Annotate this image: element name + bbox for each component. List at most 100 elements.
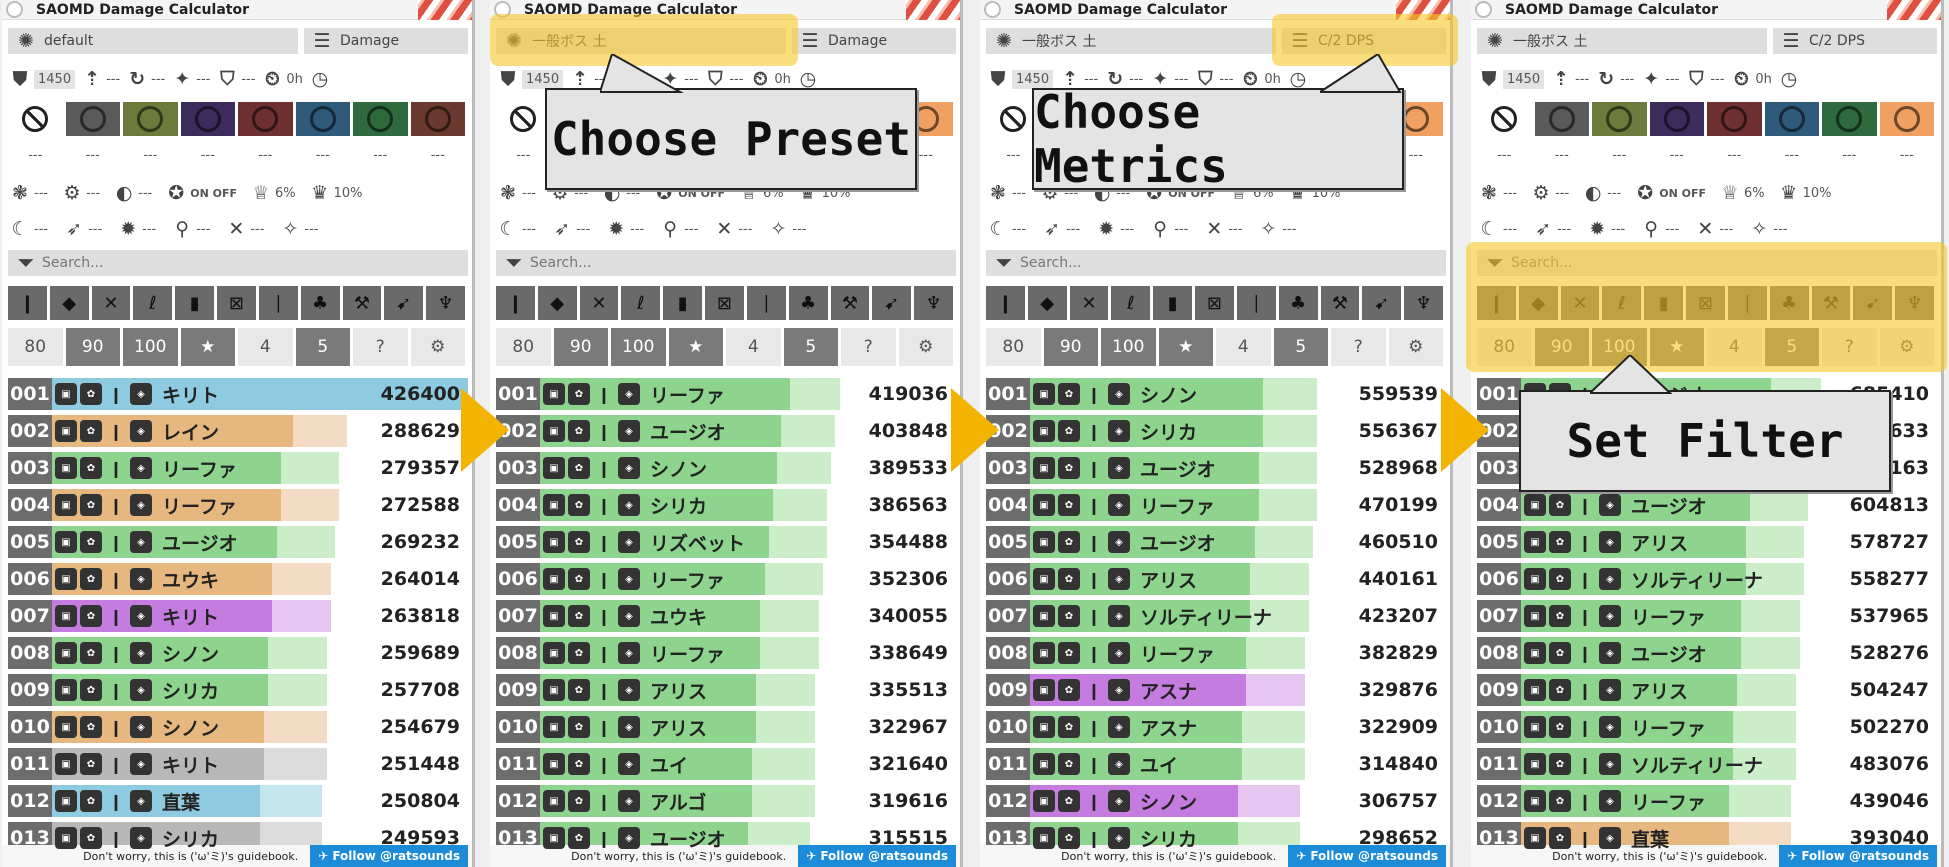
lv80-filter[interactable]: 80 bbox=[496, 328, 551, 366]
ranking-row[interactable]: 004 ▣ ✿ ❙ ◈ シリカ 386563 bbox=[496, 489, 956, 521]
extra-value[interactable]: --- bbox=[125, 148, 176, 163]
weapon-filter-dagger[interactable]: ▮ bbox=[175, 286, 215, 320]
skill-value[interactable]: --- bbox=[196, 222, 210, 237]
bonus-value[interactable]: --- bbox=[34, 186, 48, 201]
ranking-row[interactable]: 010 ▣ ✿ ❙ ◈ シノン 254679 bbox=[8, 711, 468, 743]
timer-icon[interactable]: ⏲ bbox=[260, 67, 284, 91]
stat-value[interactable]: --- bbox=[196, 72, 210, 87]
hp-value[interactable]: 1450 bbox=[1503, 69, 1545, 89]
ranking-row[interactable]: 004 ▣ ✿ ❙ ◈ リーファ 470199 bbox=[986, 489, 1446, 521]
stat-value[interactable]: --- bbox=[729, 72, 743, 87]
weapon-filter-gun[interactable]: ➹ bbox=[1362, 286, 1402, 320]
weapon-filter-axe[interactable]: ⚒ bbox=[830, 286, 870, 320]
lv90-filter[interactable]: 90 bbox=[65, 328, 120, 366]
skill-value[interactable]: --- bbox=[1503, 222, 1517, 237]
lv80-filter[interactable]: 80 bbox=[8, 328, 63, 366]
bonus-value[interactable]: --- bbox=[86, 186, 100, 201]
element-holy[interactable] bbox=[410, 102, 465, 136]
skill-value[interactable]: --- bbox=[1719, 222, 1733, 237]
element-fire[interactable] bbox=[238, 102, 293, 136]
extra-value[interactable]: --- bbox=[240, 148, 291, 163]
extra-value[interactable]: --- bbox=[355, 148, 406, 163]
skill-value[interactable]: --- bbox=[738, 222, 752, 237]
element-water[interactable] bbox=[295, 102, 350, 136]
time-value[interactable]: 0h bbox=[1755, 72, 1772, 87]
bonus-value[interactable]: --- bbox=[1607, 186, 1621, 201]
extra-value[interactable]: --- bbox=[413, 148, 464, 163]
ranking-row[interactable]: 008 ▣ ✿ ❙ ◈ リーファ 338649 bbox=[496, 637, 956, 669]
ranking-row[interactable]: 008 ▣ ✿ ❙ ◈ ユージオ 528276 bbox=[1477, 637, 1937, 669]
ranking-row[interactable]: 001 ▣ ✿ ❙ ◈ シノン 559539 bbox=[986, 378, 1446, 410]
stat-value[interactable]: --- bbox=[1620, 72, 1634, 87]
stat-value[interactable]: --- bbox=[1575, 72, 1589, 87]
bonus-pct-1[interactable]: 6% bbox=[1744, 186, 1765, 201]
skill-value[interactable]: --- bbox=[34, 222, 48, 237]
skill-value[interactable]: --- bbox=[1557, 222, 1571, 237]
skill-value[interactable]: --- bbox=[304, 222, 318, 237]
time-value[interactable]: 0h bbox=[286, 72, 303, 87]
weapon-filter-dual-sword[interactable]: ✕ bbox=[1069, 286, 1109, 320]
settings-icon[interactable]: ⚙ bbox=[898, 328, 953, 366]
ranking-row[interactable]: 002 ▣ ✿ ❙ ◈ レイン 288629 bbox=[8, 415, 468, 447]
element-fire[interactable] bbox=[1707, 102, 1762, 136]
hp-value[interactable]: 1450 bbox=[522, 69, 564, 89]
weapon-filter-mace[interactable]: ♣ bbox=[300, 286, 340, 320]
ranking-row[interactable]: 011 ▣ ✿ ❙ ◈ ユイ 321640 bbox=[496, 748, 956, 780]
ranking-row[interactable]: 005 ▣ ✿ ❙ ◈ ユージオ 269232 bbox=[8, 526, 468, 558]
extra-value[interactable]: --- bbox=[1767, 148, 1818, 163]
stat-value[interactable]: --- bbox=[1665, 72, 1679, 87]
rank5-filter[interactable]: 5 bbox=[1273, 328, 1328, 366]
weapon-filter-staff[interactable]: ♆ bbox=[426, 286, 465, 320]
ranking-row[interactable]: 004 ▣ ✿ ❙ ◈ ユージオ 604813 bbox=[1477, 489, 1937, 521]
ranking-row[interactable]: 005 ▣ ✿ ❙ ◈ リズベット 354488 bbox=[496, 526, 956, 558]
ranking-row[interactable]: 008 ▣ ✿ ❙ ◈ シノン 259689 bbox=[8, 637, 468, 669]
skill-value[interactable]: --- bbox=[1066, 222, 1080, 237]
rank4-filter[interactable]: 4 bbox=[238, 328, 293, 366]
ranking-row[interactable]: 012 ▣ ✿ ❙ ◈ 直葉 250804 bbox=[8, 785, 468, 817]
extra-value[interactable]: --- bbox=[1537, 148, 1588, 163]
bonus-pct-2[interactable]: 10% bbox=[334, 186, 363, 201]
element-wind[interactable] bbox=[1822, 102, 1877, 136]
element-dark[interactable] bbox=[1649, 102, 1704, 136]
extra-value[interactable]: --- bbox=[298, 148, 349, 163]
skill-value[interactable]: --- bbox=[1120, 222, 1134, 237]
weapon-filter-bow[interactable]: ⊠ bbox=[705, 286, 744, 320]
extra-value[interactable]: --- bbox=[1479, 148, 1530, 163]
skill-value[interactable]: --- bbox=[1174, 222, 1188, 237]
ranking-row[interactable]: 011 ▣ ✿ ❙ ◈ ソルティリーナ 483076 bbox=[1477, 748, 1937, 780]
element-wind[interactable] bbox=[353, 102, 408, 136]
help-icon[interactable]: ? bbox=[841, 328, 896, 366]
extra-value[interactable]: --- bbox=[183, 148, 234, 163]
element-chain[interactable] bbox=[1534, 102, 1589, 136]
bonus-pct-1[interactable]: 6% bbox=[275, 186, 296, 201]
stat-value[interactable]: --- bbox=[1710, 72, 1724, 87]
ranking-row[interactable]: 007 ▣ ✿ ❙ ◈ リーファ 537965 bbox=[1477, 600, 1937, 632]
metric-select[interactable]: ☰ Damage bbox=[304, 28, 468, 54]
rank5-filter[interactable]: 5 bbox=[783, 328, 838, 366]
star-filter[interactable]: ★ bbox=[1158, 328, 1213, 366]
lv100-filter[interactable]: 100 bbox=[611, 328, 666, 366]
stat-value[interactable]: --- bbox=[106, 72, 120, 87]
preset-select[interactable]: ✺ 一般ボス 土 bbox=[1477, 28, 1767, 54]
element-water[interactable] bbox=[1764, 102, 1819, 136]
ranking-row[interactable]: 007 ▣ ✿ ❙ ◈ キリト 263818 bbox=[8, 600, 468, 632]
weapon-filter-spear[interactable]: ∣ bbox=[746, 286, 786, 320]
lv100-filter[interactable]: 100 bbox=[123, 328, 178, 366]
time-value[interactable]: 0h bbox=[774, 72, 791, 87]
star-filter[interactable]: ★ bbox=[668, 328, 723, 366]
ranking-row[interactable]: 010 ▣ ✿ ❙ ◈ アリス 322967 bbox=[496, 711, 956, 743]
extra-value[interactable]: --- bbox=[68, 148, 119, 163]
on-off-toggle[interactable]: ON OFF bbox=[1659, 187, 1706, 200]
help-icon[interactable]: ? bbox=[1331, 328, 1386, 366]
weapon-filter-mace[interactable]: ♣ bbox=[1278, 286, 1318, 320]
skill-value[interactable]: --- bbox=[522, 222, 536, 237]
element-chain[interactable] bbox=[65, 102, 120, 136]
skill-value[interactable]: --- bbox=[250, 222, 264, 237]
star-filter[interactable]: ★ bbox=[180, 328, 235, 366]
ranking-row[interactable]: 012 ▣ ✿ ❙ ◈ アルゴ 319616 bbox=[496, 785, 956, 817]
ranking-row[interactable]: 005 ▣ ✿ ❙ ◈ アリス 578727 bbox=[1477, 526, 1937, 558]
ranking-row[interactable]: 009 ▣ ✿ ❙ ◈ アリス 504247 bbox=[1477, 674, 1937, 706]
ranking-row[interactable]: 003 ▣ ✿ ❙ ◈ ユージオ 528968 bbox=[986, 452, 1446, 484]
skill-value[interactable]: --- bbox=[630, 222, 644, 237]
weapon-filter-bow[interactable]: ⊠ bbox=[1195, 286, 1234, 320]
